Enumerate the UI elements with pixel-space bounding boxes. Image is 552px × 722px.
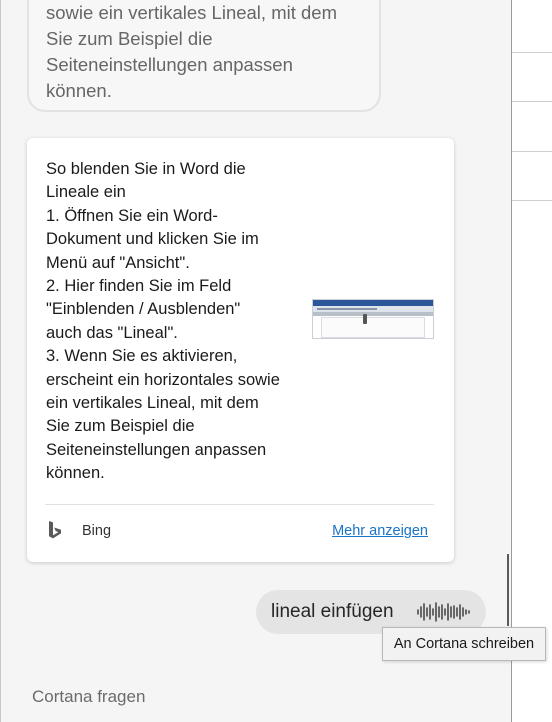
card-divider bbox=[45, 504, 434, 505]
answer-line: "Einblenden / Ausblenden" bbox=[46, 300, 241, 319]
scrollbar-thumb[interactable] bbox=[507, 554, 509, 626]
background-divider bbox=[512, 52, 552, 53]
answer-line: auch das "Lineal". bbox=[46, 323, 178, 342]
thumbnail-ribbon-items bbox=[317, 308, 377, 310]
show-more-link[interactable]: Mehr anzeigen bbox=[332, 523, 428, 539]
voice-waveform-icon[interactable] bbox=[416, 602, 472, 622]
answer-line: erscheint ein horizontales sowie bbox=[46, 370, 280, 389]
answer-line: 3. Wenn Sie es aktivieren, bbox=[46, 347, 238, 366]
answer-line: Dokument und klicken Sie im bbox=[46, 230, 259, 249]
answer-line: Sie zum Beispiel die bbox=[46, 417, 195, 436]
background-divider bbox=[512, 200, 552, 201]
answer-line: 2. Hier finden Sie im Feld bbox=[46, 277, 232, 296]
answer-line: können. bbox=[46, 464, 105, 483]
word-screenshot-thumbnail[interactable] bbox=[312, 299, 434, 339]
send-tooltip: An Cortana schreiben bbox=[382, 627, 546, 661]
background-window-edge bbox=[511, 0, 552, 722]
thumbnail-page bbox=[321, 317, 425, 338]
panel-left-border bbox=[0, 0, 1, 722]
background-divider bbox=[512, 101, 552, 102]
previous-answer-line: können. bbox=[46, 80, 112, 101]
previous-answer-line: sowie ein vertikales Lineal, mit dem bbox=[46, 2, 337, 23]
answer-line: ein vertikales Lineal, mit dem bbox=[46, 394, 259, 413]
answer-line: Lineale ein bbox=[46, 183, 126, 202]
previous-answer-card: sowie ein vertikales Lineal, mit dem Sie… bbox=[27, 0, 381, 112]
answer-line: 1. Öffnen Sie ein Word- bbox=[46, 206, 218, 225]
thumbnail-ruler bbox=[313, 312, 433, 316]
previous-answer-line: Seiteneinstellungen anpassen bbox=[46, 54, 293, 75]
answer-line: Seiteneinstellungen anpassen bbox=[46, 440, 267, 459]
source-label: Bing bbox=[82, 523, 112, 539]
ask-cortana-input[interactable]: Cortana fragen bbox=[20, 681, 492, 713]
cortana-panel: sowie ein vertikales Lineal, mit dem Sie… bbox=[0, 0, 511, 722]
bing-logo-icon bbox=[49, 521, 61, 539]
answer-line: So blenden Sie in Word die bbox=[46, 160, 246, 178]
user-message-text: lineal einfügen bbox=[271, 601, 394, 622]
thumbnail-ruler-marker bbox=[363, 314, 367, 324]
answer-line: Menü auf "Ansicht". bbox=[46, 253, 190, 272]
answer-card: So blenden Sie in Word die Lineale ein 1… bbox=[27, 138, 454, 562]
answer-text: So blenden Sie in Word die Lineale ein 1… bbox=[46, 158, 308, 486]
background-divider bbox=[512, 151, 552, 152]
previous-answer-line: Sie zum Beispiel die bbox=[46, 28, 213, 49]
